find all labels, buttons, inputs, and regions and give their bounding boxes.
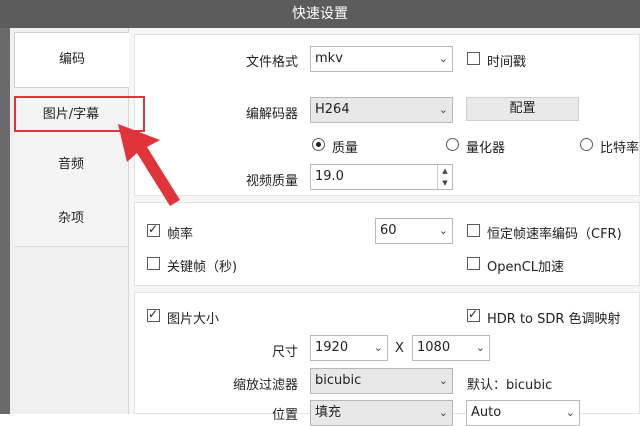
red-arrow-icon — [118, 124, 180, 206]
